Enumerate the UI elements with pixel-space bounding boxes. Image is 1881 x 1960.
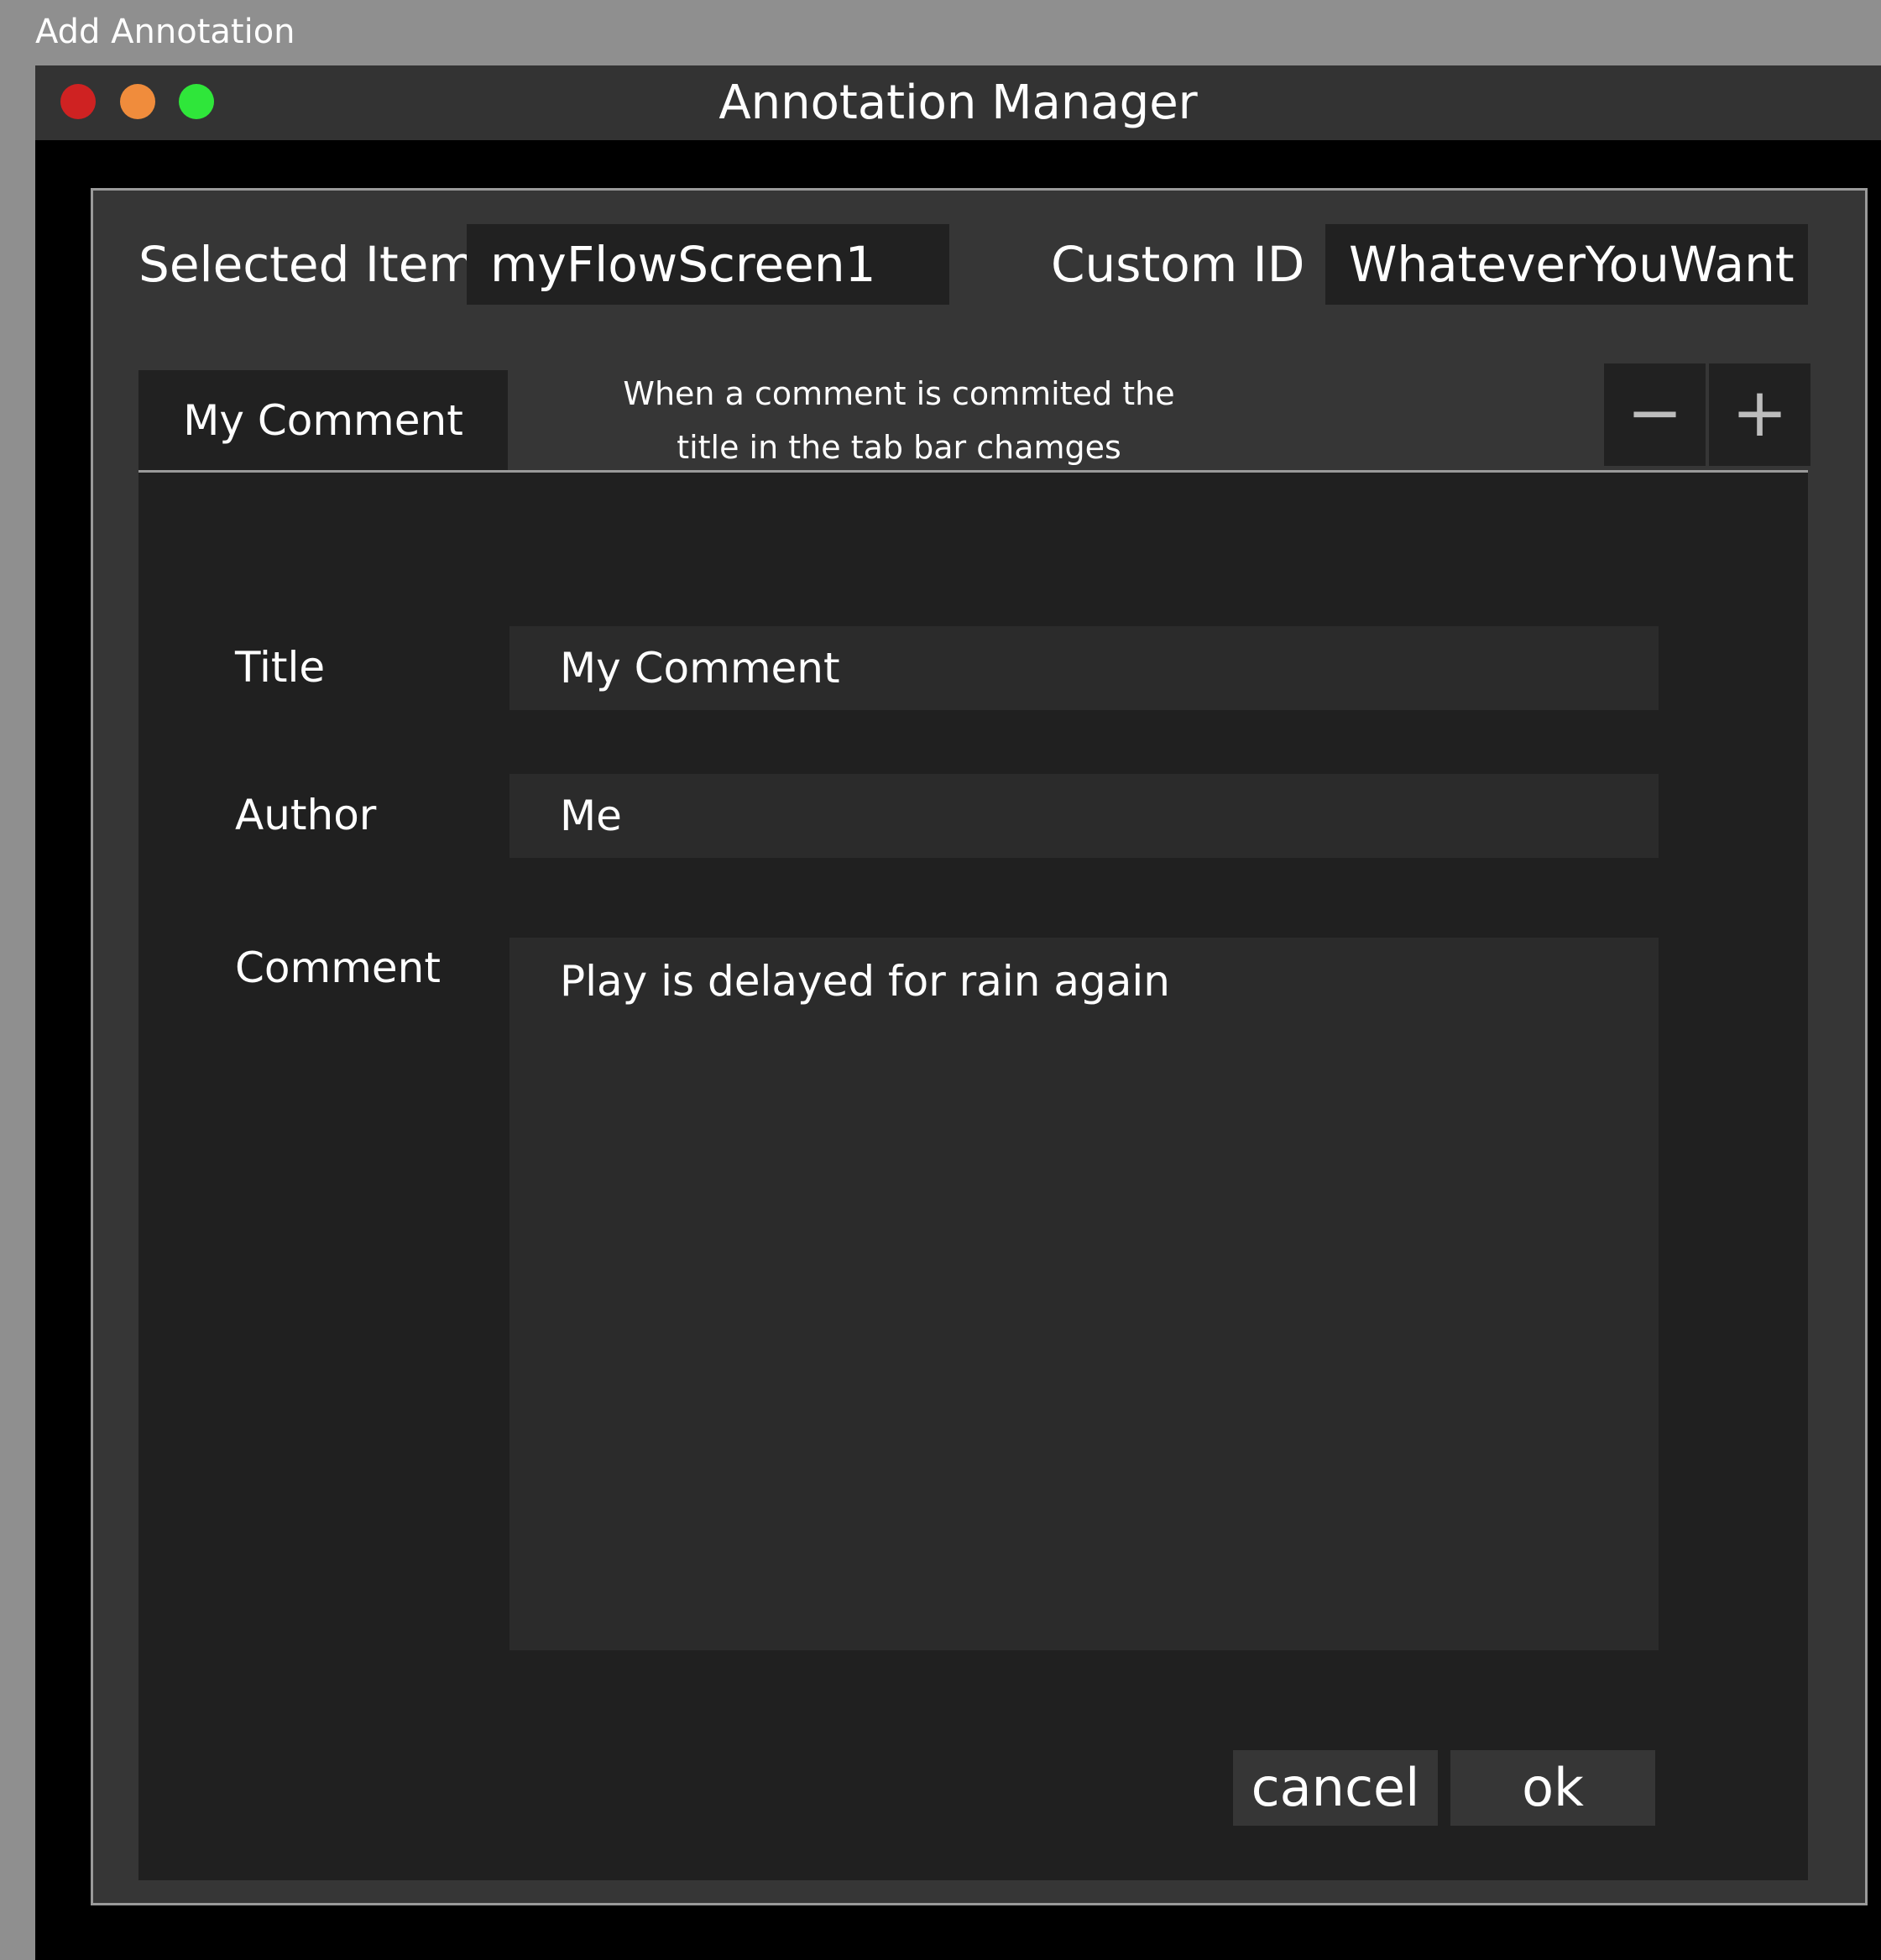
comment-panel: Title My Comment Author Me Comment Play … xyxy=(138,473,1808,1880)
selected-item-field[interactable]: myFlowScreen1 xyxy=(467,224,949,305)
custom-id-label: Custom ID xyxy=(1051,236,1305,293)
add-tab-button[interactable]: + xyxy=(1709,363,1810,466)
tab-my-comment[interactable]: My Comment xyxy=(138,370,508,471)
window-titlebar: Annotation Manager xyxy=(35,65,1881,140)
window-title: Annotation Manager xyxy=(718,76,1198,130)
tab-bar-note-line-1: When a comment is commited the xyxy=(623,375,1175,412)
tab-bar-note: When a comment is commited the title in … xyxy=(572,367,1226,474)
annotation-dialog: Selected Item myFlowScreen1 Custom ID Wh… xyxy=(91,188,1868,1905)
selected-item-label: Selected Item xyxy=(138,236,476,293)
ok-button[interactable]: ok xyxy=(1450,1750,1655,1826)
author-input[interactable]: Me xyxy=(509,774,1659,858)
custom-id-field[interactable]: WhateverYouWant xyxy=(1325,224,1808,305)
annotation-manager-window: Annotation Manager Selected Item myFlowS… xyxy=(35,65,1881,1960)
comment-label: Comment xyxy=(235,943,441,992)
title-label: Title xyxy=(235,643,326,692)
author-label: Author xyxy=(235,791,377,839)
caption-label: Add Annotation xyxy=(35,13,295,51)
cancel-button[interactable]: cancel xyxy=(1233,1750,1438,1826)
remove-tab-button[interactable]: − xyxy=(1604,363,1706,466)
tab-bar-note-line-2: title in the tab bar chamges xyxy=(677,429,1121,466)
comment-textarea[interactable]: Play is delayed for rain again xyxy=(509,938,1659,1650)
title-input[interactable]: My Comment xyxy=(509,626,1659,710)
